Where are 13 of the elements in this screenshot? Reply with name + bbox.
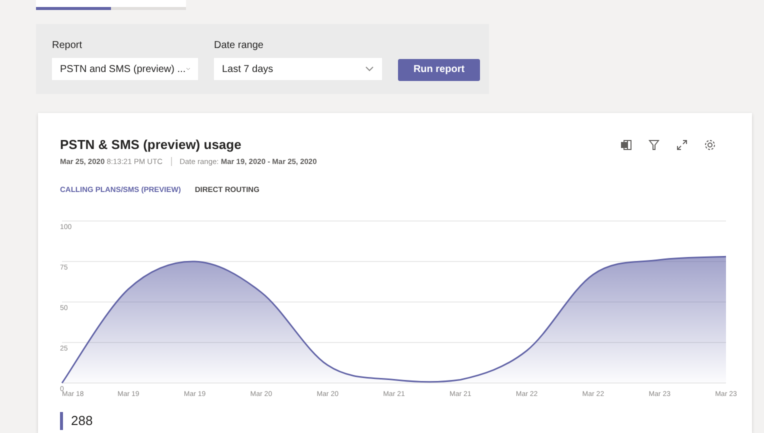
report-label: Report <box>52 39 84 53</box>
card-title: PSTN & SMS (preview) usage <box>60 136 242 154</box>
settings-icon[interactable] <box>704 139 716 151</box>
total-count: 288 <box>60 412 93 430</box>
spreadsheet-icon[interactable] <box>620 139 632 151</box>
expand-icon[interactable] <box>676 139 688 151</box>
run-report-button[interactable]: Run report <box>398 58 480 80</box>
date-range-label: Date range <box>214 39 264 53</box>
date-range-dropdown[interactable]: Last 7 days <box>214 58 382 80</box>
chevron-icon <box>365 66 374 72</box>
chevron-icon <box>186 66 190 72</box>
report-dropdown[interactable]: PSTN and SMS (preview) ... <box>52 58 198 80</box>
filter-icon[interactable] <box>648 139 660 151</box>
